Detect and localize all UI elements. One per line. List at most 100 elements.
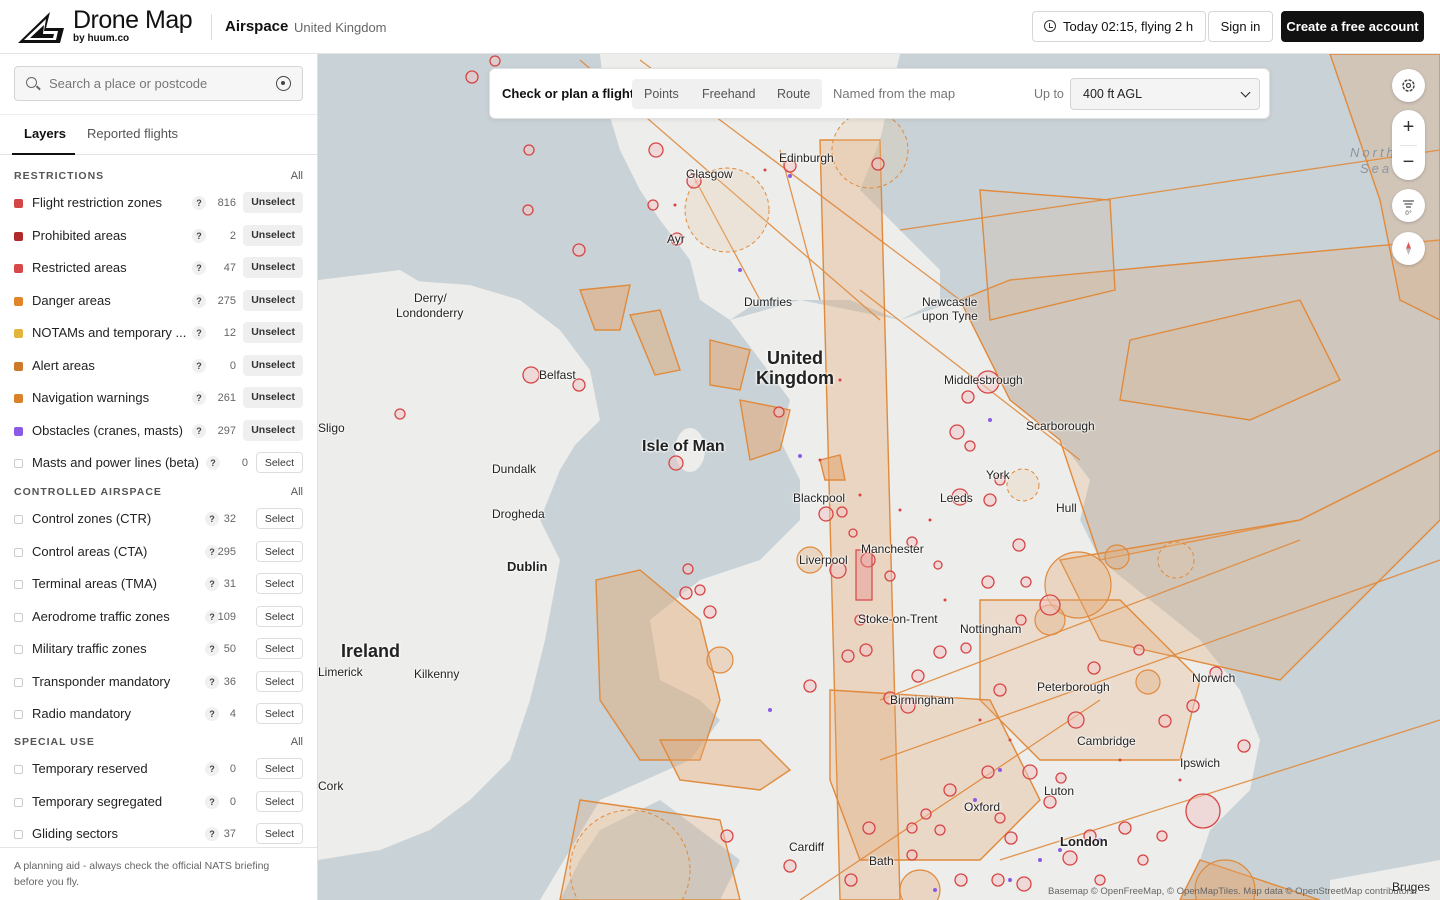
- layer-row[interactable]: Control areas (CTA)? 295 Select: [0, 538, 317, 566]
- layer-label: Restricted areas: [32, 260, 127, 275]
- city-label: Bath: [869, 854, 894, 868]
- sign-in-button[interactable]: Sign in: [1208, 11, 1273, 42]
- zoom-out-button[interactable]: −: [1392, 152, 1425, 172]
- layer-color-swatch: [14, 515, 23, 524]
- group-controlled-title: CONTROLLED AIRSPACE: [14, 486, 162, 498]
- layer-toggle-button[interactable]: Unselect: [243, 192, 303, 213]
- tab-reported-flights[interactable]: Reported flights: [87, 126, 178, 141]
- mode-points[interactable]: Points: [644, 87, 679, 101]
- layer-row[interactable]: Terminal areas (TMA)? 31 Select: [0, 570, 317, 598]
- layer-label: NOTAMs and temporary ...: [32, 325, 187, 340]
- layer-toggle-button[interactable]: Select: [255, 790, 303, 812]
- layer-color-swatch: [14, 830, 23, 839]
- map-canvas[interactable]: [318, 54, 1440, 900]
- map-attribution[interactable]: Basemap © OpenFreeMap, © OpenMapTiles. M…: [1048, 886, 1417, 897]
- layer-toggle-button[interactable]: Select: [255, 823, 303, 844]
- layer-color-swatch: [14, 645, 23, 654]
- city-label: Dundalk: [492, 462, 537, 476]
- city-label: Luton: [1044, 784, 1075, 798]
- help-icon[interactable]: ?: [192, 391, 206, 405]
- layer-row[interactable]: Radio mandatory? 4 Select: [0, 700, 317, 728]
- layer-toggle-button[interactable]: Unselect: [243, 289, 303, 311]
- brand-by: by huum.co: [73, 33, 130, 44]
- layer-toggle-button[interactable]: Select: [255, 540, 303, 562]
- city-label: Limerick: [318, 665, 363, 679]
- layer-row[interactable]: Control zones (CTR)? 32 Select: [0, 505, 317, 533]
- layer-toggle-button[interactable]: Select: [255, 638, 303, 659]
- help-icon[interactable]: ?: [192, 261, 206, 275]
- layer-toggle-button[interactable]: Unselect: [243, 354, 303, 376]
- altitude-label: Up to: [1034, 87, 1064, 101]
- layer-row[interactable]: Alert areas? 0 Unselect: [0, 352, 317, 380]
- city-label: Nottingham: [960, 622, 1022, 636]
- planning-disclaimer: A planning aid - always check the offici…: [14, 860, 270, 888]
- layer-toggle-button[interactable]: Unselect: [243, 224, 303, 246]
- layer-row[interactable]: Military traffic zones? 50 Select: [0, 635, 317, 663]
- city-label: Hull: [1056, 501, 1077, 515]
- altitude-select[interactable]: 400 ft AGL: [1070, 78, 1260, 110]
- layer-color-swatch: [14, 264, 23, 273]
- group-controlled-all[interactable]: All: [291, 486, 303, 498]
- layer-toggle-button[interactable]: Unselect: [243, 387, 303, 408]
- create-account-button[interactable]: Create a free account: [1281, 11, 1424, 42]
- layer-color-swatch: [14, 199, 23, 208]
- locate-me-icon[interactable]: [276, 76, 291, 91]
- layer-row[interactable]: Gliding sectors? 37 Select: [0, 820, 317, 848]
- brand[interactable]: Drone Map by huum.co: [73, 8, 193, 44]
- city-label: Belfast: [539, 368, 576, 382]
- layer-row[interactable]: Masts and power lines (beta)? 0 Select: [0, 449, 317, 477]
- layer-toggle-button[interactable]: Unselect: [243, 322, 303, 343]
- tilt-button[interactable]: 0°: [1392, 189, 1425, 222]
- layer-row[interactable]: Navigation warnings? 261 Unselect: [0, 384, 317, 412]
- city-label: Cardiff: [789, 840, 825, 854]
- help-icon[interactable]: ?: [192, 423, 206, 438]
- layer-toggle-button[interactable]: Select: [255, 508, 303, 529]
- layer-row[interactable]: NOTAMs and temporary ...? 12 Unselect: [0, 319, 317, 347]
- layer-toggle-button[interactable]: Select: [255, 573, 303, 594]
- tab-layers[interactable]: Layers: [24, 126, 66, 141]
- layer-count: 275: [217, 294, 236, 307]
- layer-row[interactable]: Restricted areas? 47 Unselect: [0, 254, 317, 282]
- layer-toggle-button[interactable]: Select: [255, 605, 303, 627]
- layer-toggle-button[interactable]: Select: [255, 670, 303, 692]
- layer-toggle-button[interactable]: Select: [255, 758, 303, 779]
- layer-row[interactable]: Transponder mandatory? 36 Select: [0, 668, 317, 696]
- layer-row[interactable]: Obstacles (cranes, masts)? 297 Unselect: [0, 417, 317, 445]
- layer-row[interactable]: Flight restriction zones? 816 Unselect: [0, 189, 317, 217]
- help-icon[interactable]: ?: [192, 196, 206, 210]
- help-icon[interactable]: ?: [192, 293, 206, 308]
- layer-color-swatch: [14, 394, 23, 403]
- country-label-ireland: Ireland: [341, 641, 401, 661]
- zoom-in-button[interactable]: +: [1392, 117, 1425, 137]
- map-settings-button[interactable]: [1392, 69, 1425, 102]
- layer-row[interactable]: Aerodrome traffic zones? 109 Select: [0, 603, 317, 631]
- layer-label: Gliding sectors: [32, 826, 118, 841]
- compass-button[interactable]: [1392, 232, 1425, 265]
- help-icon[interactable]: ?: [192, 228, 206, 243]
- layer-toggle-button[interactable]: Select: [255, 452, 303, 473]
- mode-freehand[interactable]: Freehand: [702, 87, 756, 101]
- mode-route[interactable]: Route: [777, 87, 810, 101]
- layer-row[interactable]: Prohibited areas? 2 Unselect: [0, 222, 317, 250]
- layer-row[interactable]: Temporary reserved? 0 Select: [0, 755, 317, 783]
- group-special-all[interactable]: All: [291, 736, 303, 748]
- help-icon[interactable]: ?: [192, 326, 206, 340]
- flight-time-button[interactable]: Today 02:15, flying 2 h: [1032, 11, 1207, 42]
- layer-count: 37: [223, 828, 236, 840]
- search-input[interactable]: Search a place or postcode: [14, 66, 303, 101]
- help-icon[interactable]: ?: [192, 358, 206, 373]
- drone-map-logo[interactable]: [16, 10, 66, 44]
- layer-row[interactable]: Danger areas? 275 Unselect: [0, 287, 317, 315]
- group-restrictions-all[interactable]: All: [291, 170, 303, 182]
- layer-toggle-button[interactable]: Unselect: [243, 257, 303, 278]
- city-label: Dumfries: [744, 295, 793, 309]
- airspace-map[interactable]: North Sea United Kingdom Ireland Isle of M…: [318, 54, 1440, 900]
- layer-row[interactable]: Temporary segregated? 0 Select: [0, 788, 317, 816]
- layer-toggle-button[interactable]: Unselect: [243, 419, 303, 441]
- layer-toggle-button[interactable]: Select: [255, 703, 303, 724]
- layer-color-swatch: [14, 765, 23, 774]
- layer-label: Radio mandatory: [32, 706, 131, 721]
- plan-flight-bar: Check or plan a flight Points Freehand R…: [489, 68, 1270, 119]
- layer-color-swatch: [14, 612, 23, 622]
- city-label: Edinburgh: [779, 151, 834, 165]
